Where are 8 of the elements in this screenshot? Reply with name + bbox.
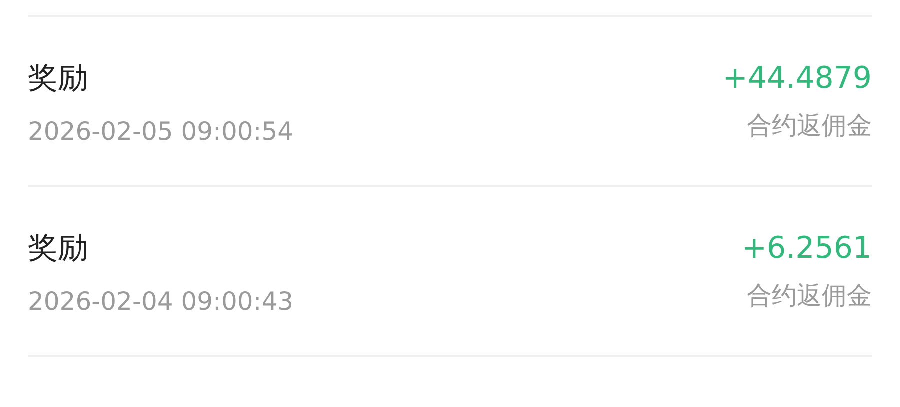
record-title: 奖励 bbox=[28, 230, 89, 268]
record-amount: +44.4879 bbox=[722, 60, 872, 98]
record-note: 合约返佣金 bbox=[747, 110, 872, 142]
record-title: 奖励 bbox=[28, 60, 89, 98]
record-time: 2026-02-05 09:00:54 bbox=[28, 116, 294, 148]
record-amount: +6.2561 bbox=[742, 230, 872, 268]
record-time: 2026-02-04 09:00:43 bbox=[28, 286, 294, 318]
record-note: 合约返佣金 bbox=[747, 280, 872, 312]
